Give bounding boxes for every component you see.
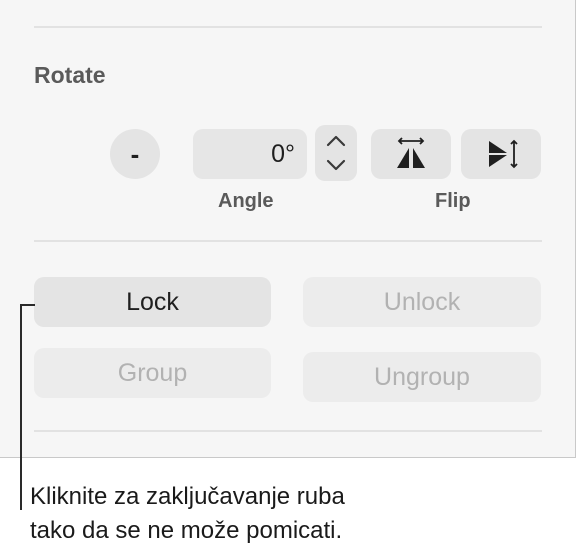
divider-middle bbox=[34, 240, 542, 242]
callout-leader-horizontal bbox=[20, 304, 35, 306]
angle-caption: Angle bbox=[218, 190, 274, 212]
callout-line-1: Kliknite za zaključavanje ruba bbox=[30, 483, 345, 510]
flip-vertical-icon bbox=[489, 139, 518, 169]
lock-button[interactable]: Lock bbox=[34, 277, 271, 327]
ungroup-button[interactable]: Ungroup bbox=[303, 352, 541, 402]
angle-stepper[interactable] bbox=[315, 125, 357, 181]
flip-vertical-button[interactable] bbox=[461, 129, 541, 179]
arrange-panel: Rotate - 0° Angle Flip Lock Unlock Group… bbox=[0, 0, 576, 458]
chevron-up-down-icon bbox=[326, 135, 346, 171]
flip-caption: Flip bbox=[435, 190, 471, 212]
angle-input[interactable]: 0° bbox=[193, 129, 307, 179]
rotate-knob[interactable]: - bbox=[110, 129, 160, 179]
rotate-section-title: Rotate bbox=[34, 62, 106, 88]
group-button[interactable]: Group bbox=[34, 348, 271, 398]
callout-line-2: tako da se ne može pomicati. bbox=[30, 517, 343, 544]
flip-horizontal-button[interactable] bbox=[371, 129, 451, 179]
callout-leader-vertical bbox=[20, 304, 22, 510]
flip-horizontal-icon bbox=[397, 137, 425, 168]
divider-top bbox=[34, 26, 542, 28]
divider-bottom bbox=[34, 430, 542, 432]
unlock-button[interactable]: Unlock bbox=[303, 277, 541, 327]
callout-text: Kliknite za zaključavanje ruba tako da s… bbox=[30, 480, 570, 548]
rotate-knob-indicator: - bbox=[130, 138, 140, 169]
